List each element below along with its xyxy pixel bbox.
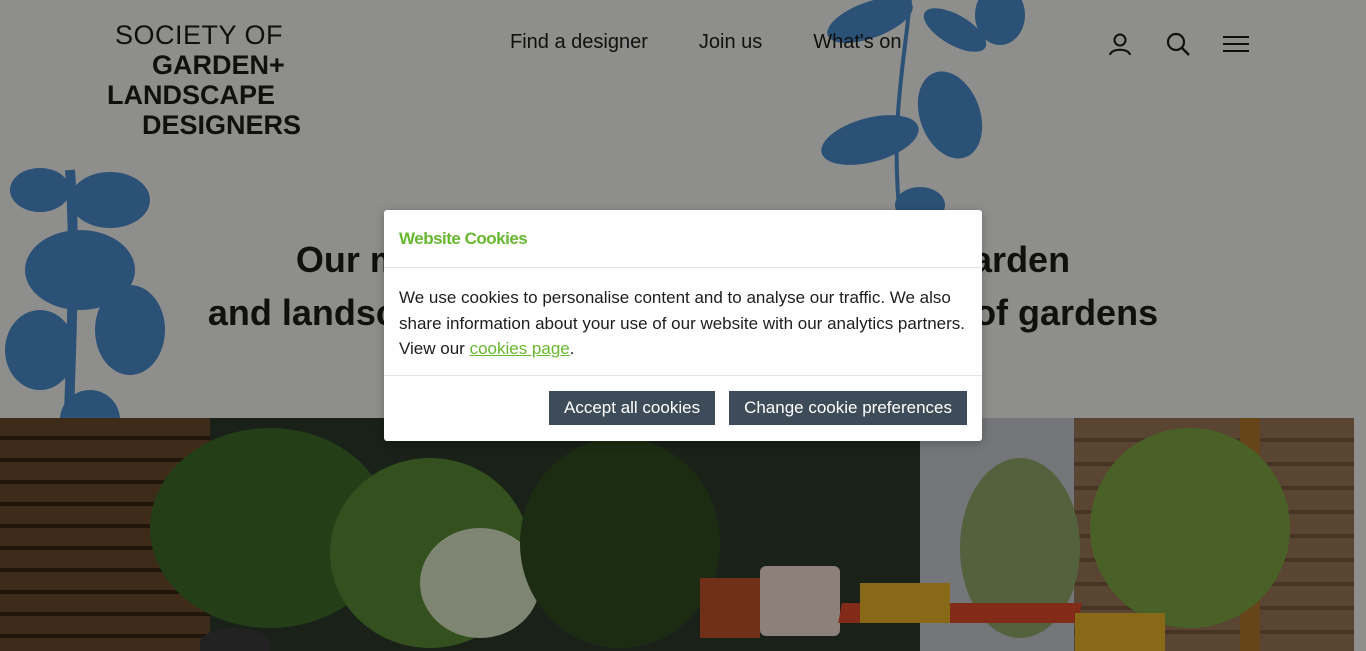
cookies-page-link[interactable]: cookies page xyxy=(470,339,570,358)
cookie-dialog-body: We use cookies to personalise content an… xyxy=(384,268,982,376)
cookie-dialog: Website Cookies We use cookies to person… xyxy=(384,210,982,441)
cookie-dialog-title: Website Cookies xyxy=(384,210,982,268)
change-cookie-preferences-button[interactable]: Change cookie preferences xyxy=(729,391,967,425)
accept-all-cookies-button[interactable]: Accept all cookies xyxy=(549,391,716,425)
cookie-dialog-text-suffix: . xyxy=(569,339,575,358)
page: SOCIETY OF GARDEN+ LANDSCAPE DESIGNERS F… xyxy=(0,0,1366,651)
cookie-dialog-actions: Accept all cookies Change cookie prefere… xyxy=(384,376,982,425)
